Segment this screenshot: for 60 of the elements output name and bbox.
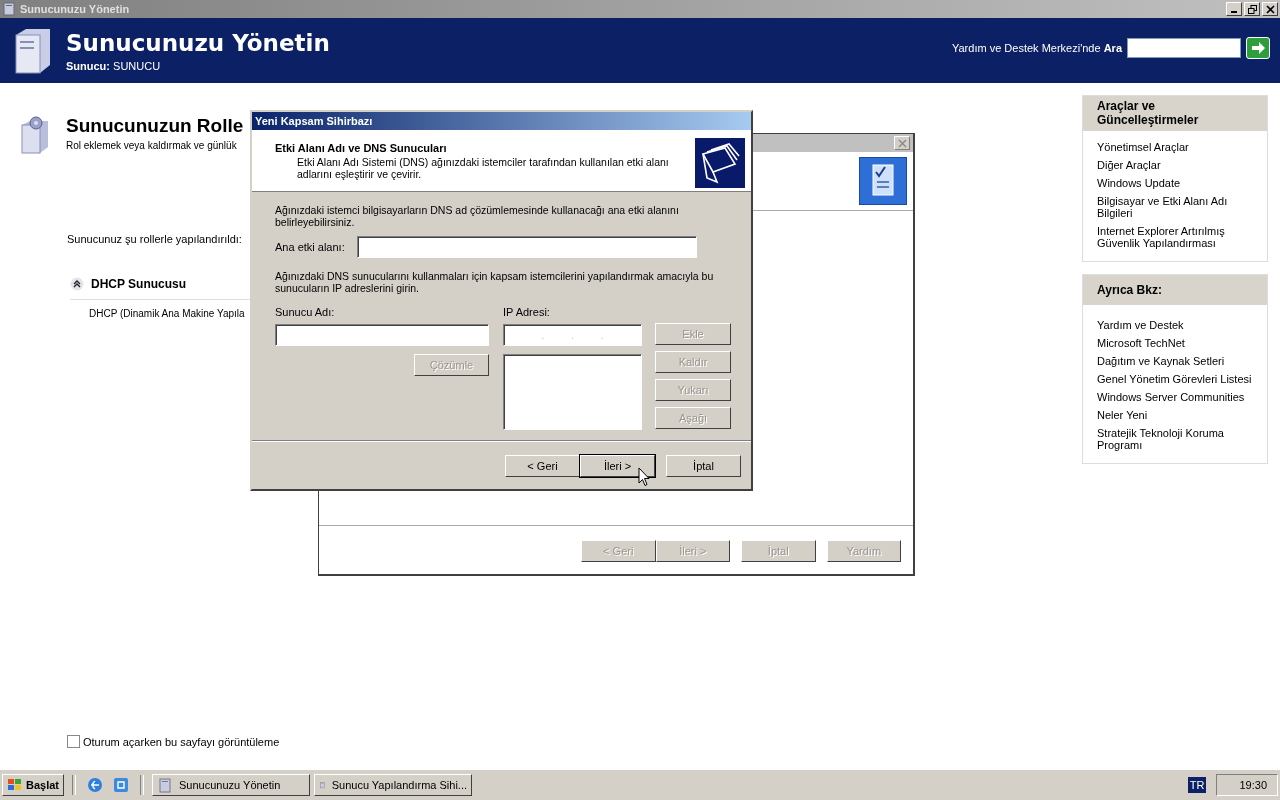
language-indicator[interactable]: TR — [1187, 777, 1207, 793]
search-go-button[interactable] — [1246, 36, 1270, 59]
server-name: Sunucu: SUNUCU — [66, 59, 162, 72]
sidebar-link[interactable]: Windows Server Communities — [1097, 391, 1259, 403]
panel-title: Araçlar ve Güncelleştirmeler — [1083, 96, 1267, 131]
desktop-icon[interactable] — [112, 776, 131, 794]
close-icon — [1265, 4, 1275, 14]
domain-field[interactable] — [357, 236, 697, 258]
close-button[interactable] — [1262, 2, 1278, 16]
wizard-button[interactable]: İleri > — [580, 455, 655, 477]
sidebar-link[interactable]: Yönetimsel Araçlar — [1097, 141, 1259, 153]
checkbox[interactable] — [67, 735, 80, 748]
dialog-title: Yeni Kapsam Sihirbazı — [255, 115, 373, 127]
field-label: Ana etki alanı: — [275, 241, 345, 253]
field-label: Sunucu Adı: — [275, 306, 336, 318]
arrow-icon — [1250, 39, 1266, 56]
instruction-text: Ağınızdaki DNS sunucularını kullanmaları için kapsam istemcilerini yapılandırmak amacıyla bu sunucuların IP adreslerini girin. — [275, 270, 715, 294]
taskbar-button[interactable]: Sunucu Yapılandırma Sihi... — [314, 774, 473, 796]
close-icon — [897, 138, 907, 148]
page-title: Sunucunuzu Yönetin — [66, 29, 330, 56]
wizard-button[interactable]: < Geri — [505, 455, 580, 477]
role-name: DHCP Sunucusu — [91, 277, 187, 291]
restore-icon — [1247, 4, 1257, 14]
restore-button[interactable] — [1244, 2, 1260, 16]
roles-intro-text: Sunucunuz şu rollerle yapılandırıldı: — [67, 233, 243, 245]
step-description: Etki Alanı Adı Sistemi (DNS) ağınızdaki istemciler tarafından kullanılan etki alanı adlarını eşleştirir ve çevirir. — [296, 156, 670, 180]
sidebar-link[interactable]: Diğer Araçlar — [1097, 159, 1259, 171]
sidebar-link[interactable]: Genel Yönetim Görevleri Listesi — [1097, 373, 1259, 385]
taskbar-button[interactable]: Sunucunuzu Yönetin — [152, 774, 311, 796]
checkbox-label: Oturum açarken bu sayfayı görüntüleme — [83, 735, 280, 748]
field-label: IP Adresi: — [503, 306, 551, 318]
instruction-text: Ağınızdaki istemci bilgisayarların DNS ad çözümlemesinde kullanacağı ana etki alanını belirleyebilirsiniz. — [275, 204, 680, 228]
minimize-button[interactable] — [1226, 2, 1242, 16]
sidebar-link[interactable]: Neler Yeni — [1097, 409, 1259, 421]
ip-list-box[interactable] — [503, 354, 642, 430]
windows-flag-icon — [7, 778, 23, 792]
window-title: Sunucunuzu Yönetin — [20, 3, 130, 15]
chevron-icon[interactable] — [70, 277, 84, 291]
panel-title: Ayrıca Bkz: — [1083, 275, 1267, 305]
checklist-icon — [859, 157, 907, 205]
sidebar-link[interactable]: Windows Update — [1097, 177, 1259, 189]
server-name-field[interactable] — [275, 324, 489, 346]
search-label: Yardım ve Destek Merkezi'nde Ara — [951, 41, 1122, 54]
step-heading: Etki Alanı Adı ve DNS Sunucuları — [275, 142, 448, 154]
section-description: Rol eklemek veya kaldırmak ve günlük — [66, 140, 237, 151]
sidebar-link[interactable]: Stratejik Teknoloji Koruma Programı — [1097, 427, 1259, 451]
search-field[interactable] — [1127, 37, 1241, 58]
clock: 19:30 — [1216, 774, 1278, 796]
section-heading: Sunucunuzun Rolle — [66, 115, 244, 137]
sidebar-link[interactable]: Yardım ve Destek — [1097, 319, 1259, 331]
sidebar-link[interactable]: Dağıtım ve Kaynak Setleri — [1097, 355, 1259, 367]
wizard-button[interactable]: İptal — [666, 455, 741, 477]
sidebar-link[interactable]: Internet Explorer Artırılmış Güvenlik Yapılandırması — [1097, 225, 1259, 249]
mouse-pointer-icon — [638, 467, 650, 487]
server-icon — [157, 777, 174, 793]
sidebar-link[interactable]: Microsoft TechNet — [1097, 337, 1259, 349]
start-button[interactable]: Başlat — [2, 774, 65, 796]
server-icon — [2, 2, 16, 16]
role-description: DHCP (Dinamik Ana Makine Yapıla — [89, 308, 245, 319]
sidebar-link[interactable]: Bilgisayar ve Etki Alanı Adı Bilgileri — [1097, 195, 1259, 219]
